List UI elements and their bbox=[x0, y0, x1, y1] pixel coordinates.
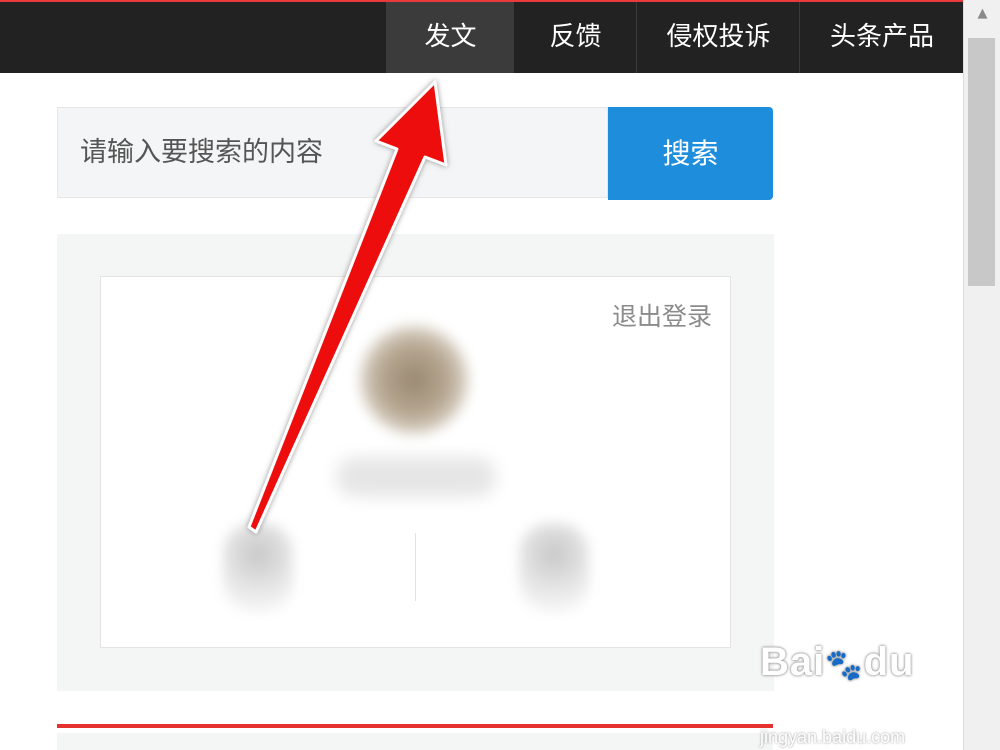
baidu-jingyan-watermark: Bai🐾du 经验 jingyan.baidu.com bbox=[760, 640, 960, 747]
red-annotation-arrow-icon bbox=[247, 80, 448, 534]
watermark-url: jingyan.baidu.com bbox=[760, 727, 906, 747]
